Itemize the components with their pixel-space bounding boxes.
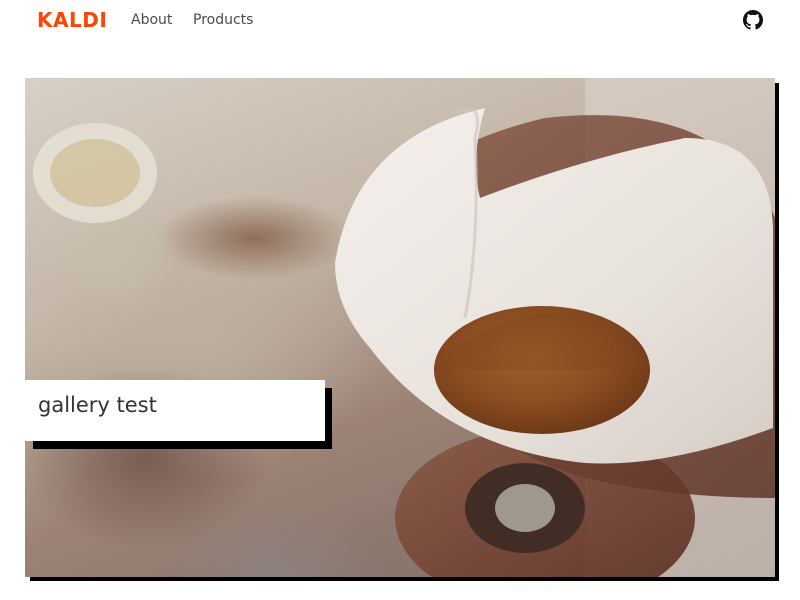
hero-caption: gallery test: [25, 380, 325, 441]
github-icon[interactable]: [743, 10, 763, 30]
hero-image: [25, 78, 775, 577]
page-title: gallery test: [38, 393, 157, 417]
navbar: KALDI About Products: [0, 0, 800, 44]
brand-logo[interactable]: KALDI: [37, 8, 107, 32]
coffee-filter-illustration: [33, 78, 775, 577]
nav-link-products[interactable]: Products: [193, 12, 253, 28]
nav-link-about[interactable]: About: [131, 12, 172, 28]
